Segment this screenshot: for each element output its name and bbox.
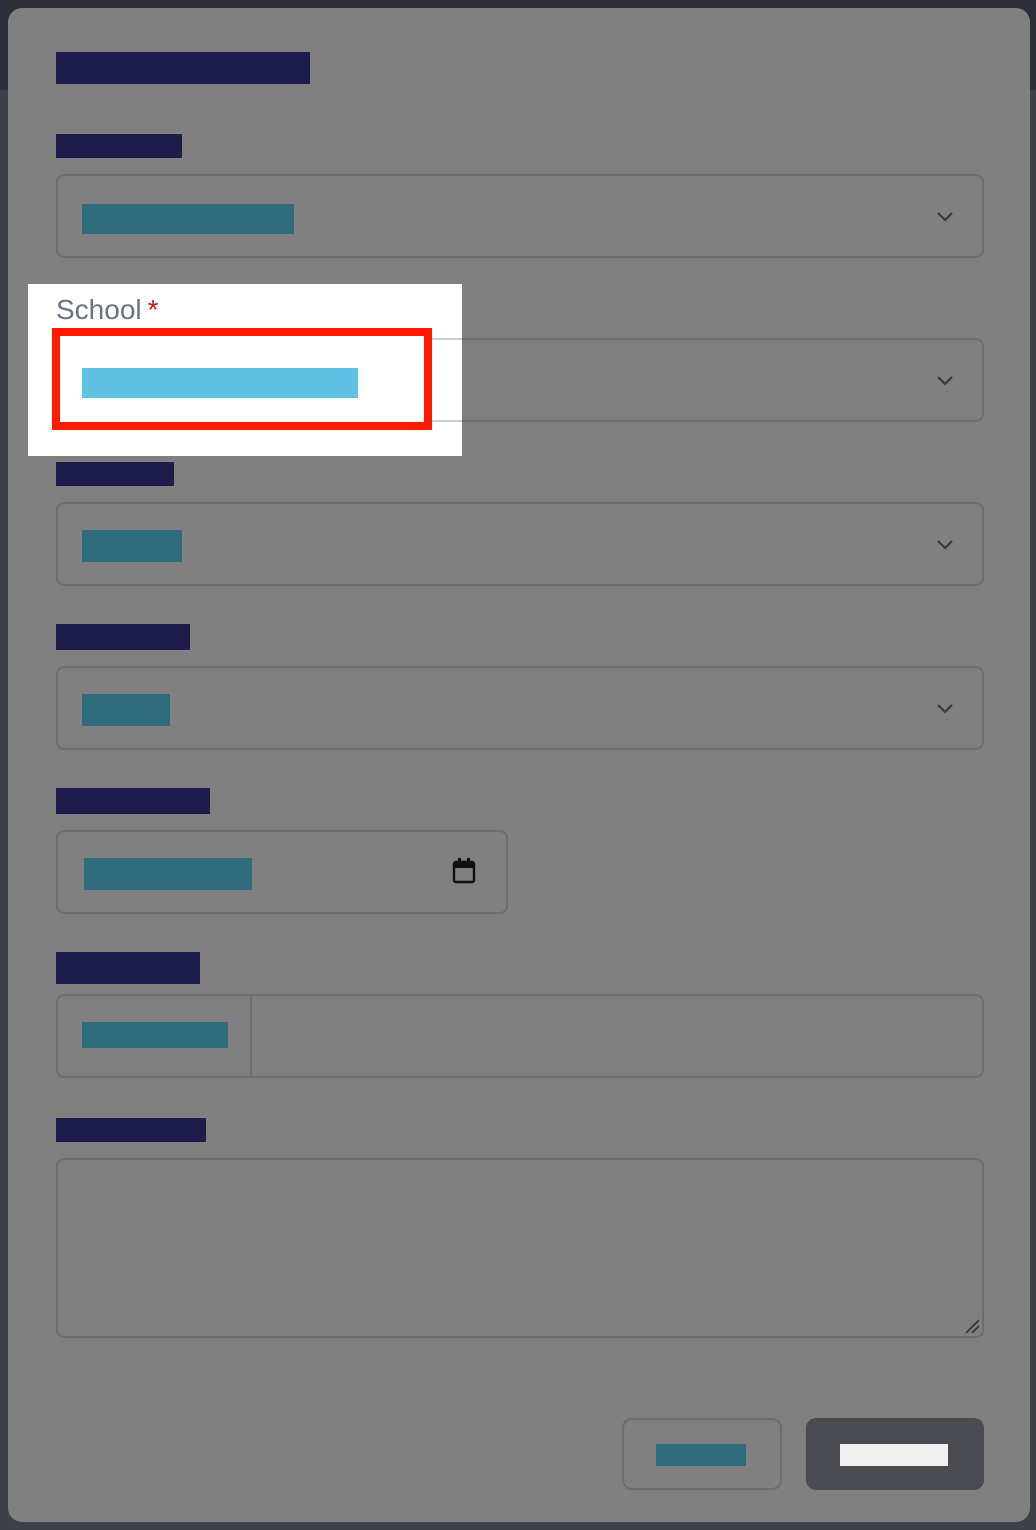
chevron-down-icon[interactable]: [934, 697, 956, 719]
field-4-value: [82, 694, 170, 726]
date-label: [56, 788, 210, 814]
field-3-value: [82, 530, 182, 562]
submit-button-label: [840, 1444, 948, 1466]
school-select-border-top: [428, 338, 462, 340]
field-1-label: [56, 134, 182, 158]
field-4-select[interactable]: [56, 666, 984, 750]
required-marker: *: [147, 294, 159, 325]
field-3-label: [56, 462, 174, 486]
cancel-button-label: [656, 1444, 746, 1466]
notes-label: [56, 1118, 206, 1142]
chevron-down-icon[interactable]: [934, 205, 956, 227]
field-6-addon-value: [82, 1022, 228, 1048]
chevron-down-icon[interactable]: [934, 369, 956, 391]
notes-textarea[interactable]: [56, 1158, 984, 1338]
highlight-box: [52, 328, 432, 430]
school-select-border-bottom: [428, 420, 462, 422]
field-4-label: [56, 624, 190, 650]
calendar-icon[interactable]: [452, 858, 476, 884]
school-label-text: School: [56, 294, 142, 325]
school-label: School *: [56, 294, 159, 326]
field-1-value: [82, 204, 294, 234]
field-6-label: [56, 952, 200, 984]
field-3-select[interactable]: [56, 502, 984, 586]
resize-handle-icon[interactable]: [964, 1318, 980, 1334]
modal-title: [56, 52, 310, 84]
chevron-down-icon[interactable]: [934, 533, 956, 555]
field-6-addon-divider: [250, 996, 252, 1076]
date-value: [84, 858, 252, 890]
